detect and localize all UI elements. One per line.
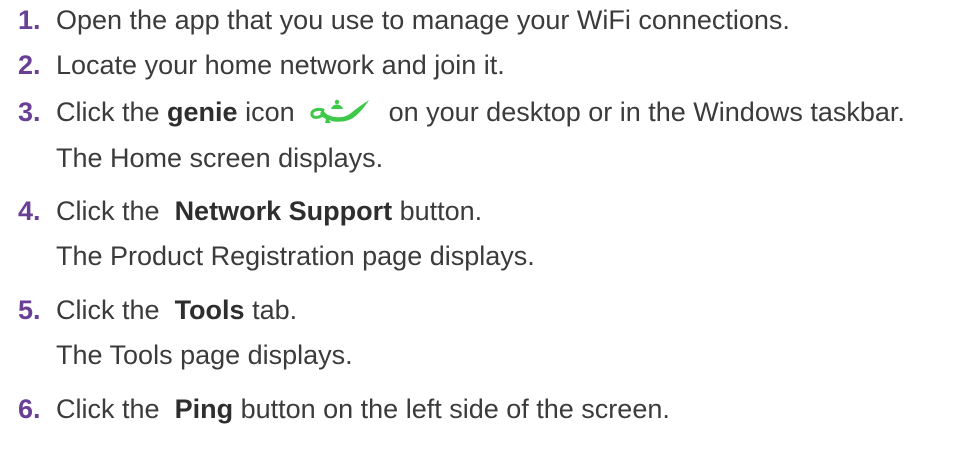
step-2: 2. Locate your home network and join it. xyxy=(0,45,960,85)
step-text-post: button. xyxy=(392,195,483,226)
step-text: Click the Tools tab. xyxy=(56,294,298,325)
step-1: 1. Open the app that you use to manage y… xyxy=(0,0,960,40)
step-text: Click the Network Support button. xyxy=(56,195,483,226)
step-3-result: The Home screen displays. xyxy=(56,142,384,173)
step-text: Locate your home network and join it. xyxy=(56,49,505,80)
step-text-pre: Click the xyxy=(56,294,168,325)
step-text-pre: Click the xyxy=(56,393,168,424)
step-number: 4. xyxy=(18,195,41,226)
genie-lamp-icon xyxy=(309,96,371,124)
step-text-pre: Click the xyxy=(56,96,168,127)
step-text: Click the genie icon on your desktop or … xyxy=(56,98,905,126)
step-number: 1. xyxy=(18,4,41,35)
step-5: 5. Click the Tools tab. xyxy=(0,290,960,330)
step-text-post: button on the left side of the screen. xyxy=(233,393,670,424)
step-4: 4. Click the Network Support button. xyxy=(0,191,960,231)
step-bold-term: genie xyxy=(167,96,238,127)
step-text: Open the app that you use to manage your… xyxy=(56,4,790,35)
step-number: 3. xyxy=(18,96,41,127)
step-number: 2. xyxy=(18,49,41,80)
step-text: Click the Ping button on the left side o… xyxy=(56,393,670,424)
step-text-post: tab. xyxy=(244,294,298,325)
step-text-post: on your desktop or in the Windows taskba… xyxy=(388,96,905,127)
step-bold-term: Tools xyxy=(174,294,245,325)
step-number: 5. xyxy=(18,294,41,325)
step-3: 3. Click the genie icon on your desktop … xyxy=(0,92,960,132)
step-4-result: The Product Registration page displays. xyxy=(56,240,535,271)
step-5-result: The Tools page displays. xyxy=(56,339,353,370)
step-text-mid: icon xyxy=(237,96,295,127)
step-bold-term: Ping xyxy=(174,393,234,424)
step-bold-term: Network Support xyxy=(174,195,393,226)
step-number: 6. xyxy=(18,393,41,424)
step-6: 6. Click the Ping button on the left sid… xyxy=(0,389,960,429)
step-text-pre: Click the xyxy=(56,195,168,226)
